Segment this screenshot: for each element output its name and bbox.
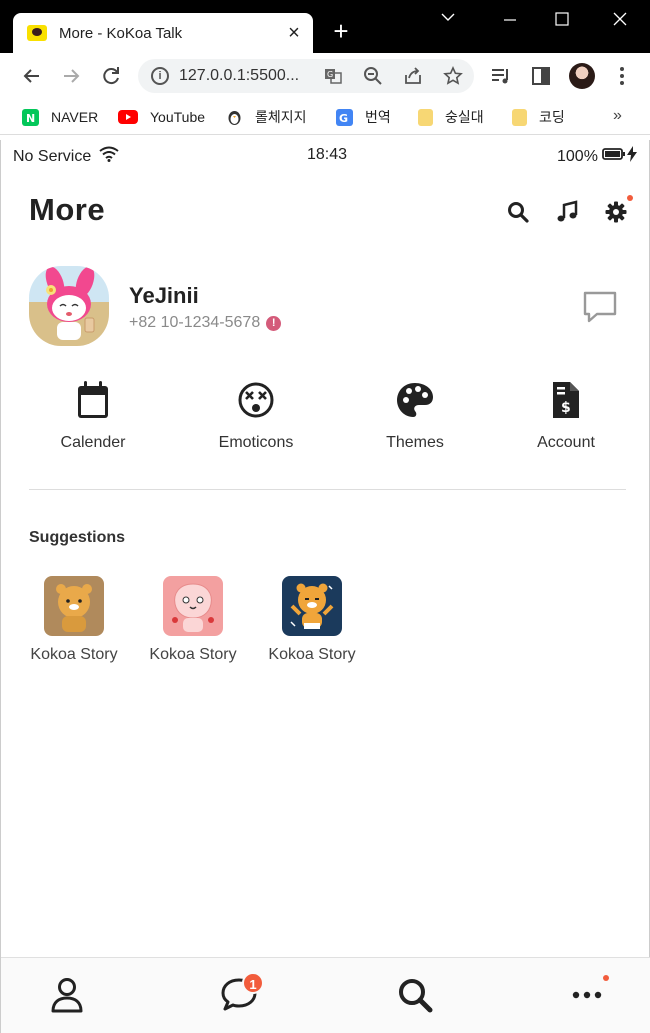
apeach-sticker-thumbnail: [163, 576, 223, 636]
media-control-icon[interactable]: [490, 65, 512, 87]
translate-icon[interactable]: G: [323, 66, 343, 86]
browser-toolbar: i 127.0.0.1:5500... G: [0, 53, 650, 99]
browser-titlebar: More - KoKoa Talk × +: [0, 0, 650, 53]
menu-emoticons[interactable]: Emoticons: [191, 380, 321, 452]
side-panel-icon[interactable]: [530, 65, 552, 87]
nav-friends[interactable]: [49, 976, 89, 1016]
youtube-icon: [118, 110, 138, 124]
profile-phone: +82 10-1234-5678: [129, 314, 261, 331]
svg-text:G: G: [327, 70, 333, 79]
bookmark-youtube[interactable]: YouTube: [118, 107, 205, 127]
bookmark-star-icon[interactable]: [443, 66, 463, 86]
suggestion-item[interactable]: Kokoa Story: [262, 576, 362, 664]
calendar-icon: [78, 381, 108, 418]
window-close-button[interactable]: [600, 8, 640, 32]
profile-name: YeJinii: [129, 283, 199, 308]
search-icon: [399, 979, 433, 1013]
folder-icon: [512, 108, 527, 126]
search-icon[interactable]: [506, 200, 530, 224]
music-icon[interactable]: [555, 200, 579, 224]
bookmark-translate[interactable]: G 번역: [336, 107, 391, 127]
bookmark-naver[interactable]: N NAVER: [22, 107, 98, 127]
kakao-favicon-icon: [27, 25, 47, 41]
kokoa-app: No Service 18:43 100% More YeJinii +82 1…: [0, 140, 650, 1033]
settings-gear-icon[interactable]: [604, 200, 628, 224]
back-arrow-icon[interactable]: [18, 62, 46, 90]
tab-close-icon[interactable]: ×: [283, 23, 305, 43]
profile-phone-row: +82 10-1234-5678 !: [129, 314, 282, 332]
suggestions-title: Suggestions: [29, 529, 126, 546]
section-divider: [29, 489, 626, 490]
suggestion-item[interactable]: Kokoa Story: [24, 576, 124, 664]
browser-tab[interactable]: More - KoKoa Talk ×: [13, 13, 313, 53]
penguin-icon: [226, 109, 243, 126]
ryan-sticker-thumbnail: [44, 576, 104, 636]
dizzy-face-icon: [238, 382, 274, 418]
folder-icon: [418, 108, 433, 126]
bookmarks-bar: N NAVER YouTube 롤체지지 G 번역 숭실대 코딩 »: [0, 99, 650, 135]
reload-icon[interactable]: [97, 62, 125, 90]
svg-text:$: $: [561, 400, 571, 416]
wifi-icon: [99, 146, 119, 167]
profile-avatar[interactable]: [29, 266, 109, 346]
share-icon[interactable]: [403, 66, 423, 86]
url-text: 127.0.0.1:5500...: [179, 67, 300, 84]
bookmark-folder-soongsil[interactable]: 숭실대: [418, 107, 484, 127]
nav-more[interactable]: [569, 976, 609, 1016]
ryan-cheer-sticker-thumbnail: [282, 576, 342, 636]
minimize-button[interactable]: [490, 8, 530, 32]
site-info-icon[interactable]: i: [151, 67, 169, 85]
more-bookmarks-button[interactable]: »: [613, 107, 622, 125]
maximize-button[interactable]: [542, 8, 582, 32]
more-dots-icon: [572, 991, 602, 999]
forward-arrow-icon[interactable]: [57, 62, 85, 90]
bookmark-lolchess[interactable]: 롤체지지: [226, 107, 307, 127]
new-tab-button[interactable]: +: [328, 18, 354, 44]
tab-search-icon[interactable]: [428, 8, 468, 32]
svg-text:G: G: [339, 112, 348, 125]
kebab-menu-icon[interactable]: [611, 65, 633, 87]
bottom-nav: 1: [1, 957, 650, 1033]
suggestion-item[interactable]: Kokoa Story: [143, 576, 243, 664]
chat-bubble-icon[interactable]: [583, 290, 617, 324]
chat-unread-badge: 1: [242, 972, 264, 994]
more-notification-dot: [603, 975, 609, 981]
settings-notification-dot: [627, 195, 633, 201]
profile-avatar-icon[interactable]: [569, 63, 595, 89]
carrier-text: No Service: [13, 147, 92, 165]
svg-text:N: N: [26, 112, 35, 125]
nav-chats[interactable]: 1: [220, 972, 264, 1016]
person-icon: [51, 978, 83, 1013]
naver-icon: N: [22, 108, 39, 126]
charging-bolt-icon: [626, 146, 638, 167]
nav-search[interactable]: [396, 976, 436, 1016]
menu-calendar[interactable]: Calender: [28, 380, 158, 452]
status-bar: No Service 18:43 100%: [1, 140, 650, 170]
battery-percent: 100%: [557, 147, 598, 165]
address-bar[interactable]: i 127.0.0.1:5500... G: [138, 59, 474, 93]
warning-icon[interactable]: !: [266, 315, 282, 331]
zoom-out-icon[interactable]: [363, 66, 383, 86]
clock-text: 18:43: [307, 146, 348, 163]
tab-title: More - KoKoa Talk: [59, 24, 183, 42]
page-title: More: [29, 192, 106, 227]
google-translate-icon: G: [336, 108, 353, 126]
bookmark-folder-coding[interactable]: 코딩: [512, 107, 565, 127]
battery-icon: [602, 147, 626, 166]
menu-account[interactable]: $ Account: [501, 380, 631, 452]
invoice-dollar-icon: $: [553, 382, 579, 418]
palette-icon: [397, 383, 433, 417]
menu-themes[interactable]: Themes: [350, 380, 480, 452]
